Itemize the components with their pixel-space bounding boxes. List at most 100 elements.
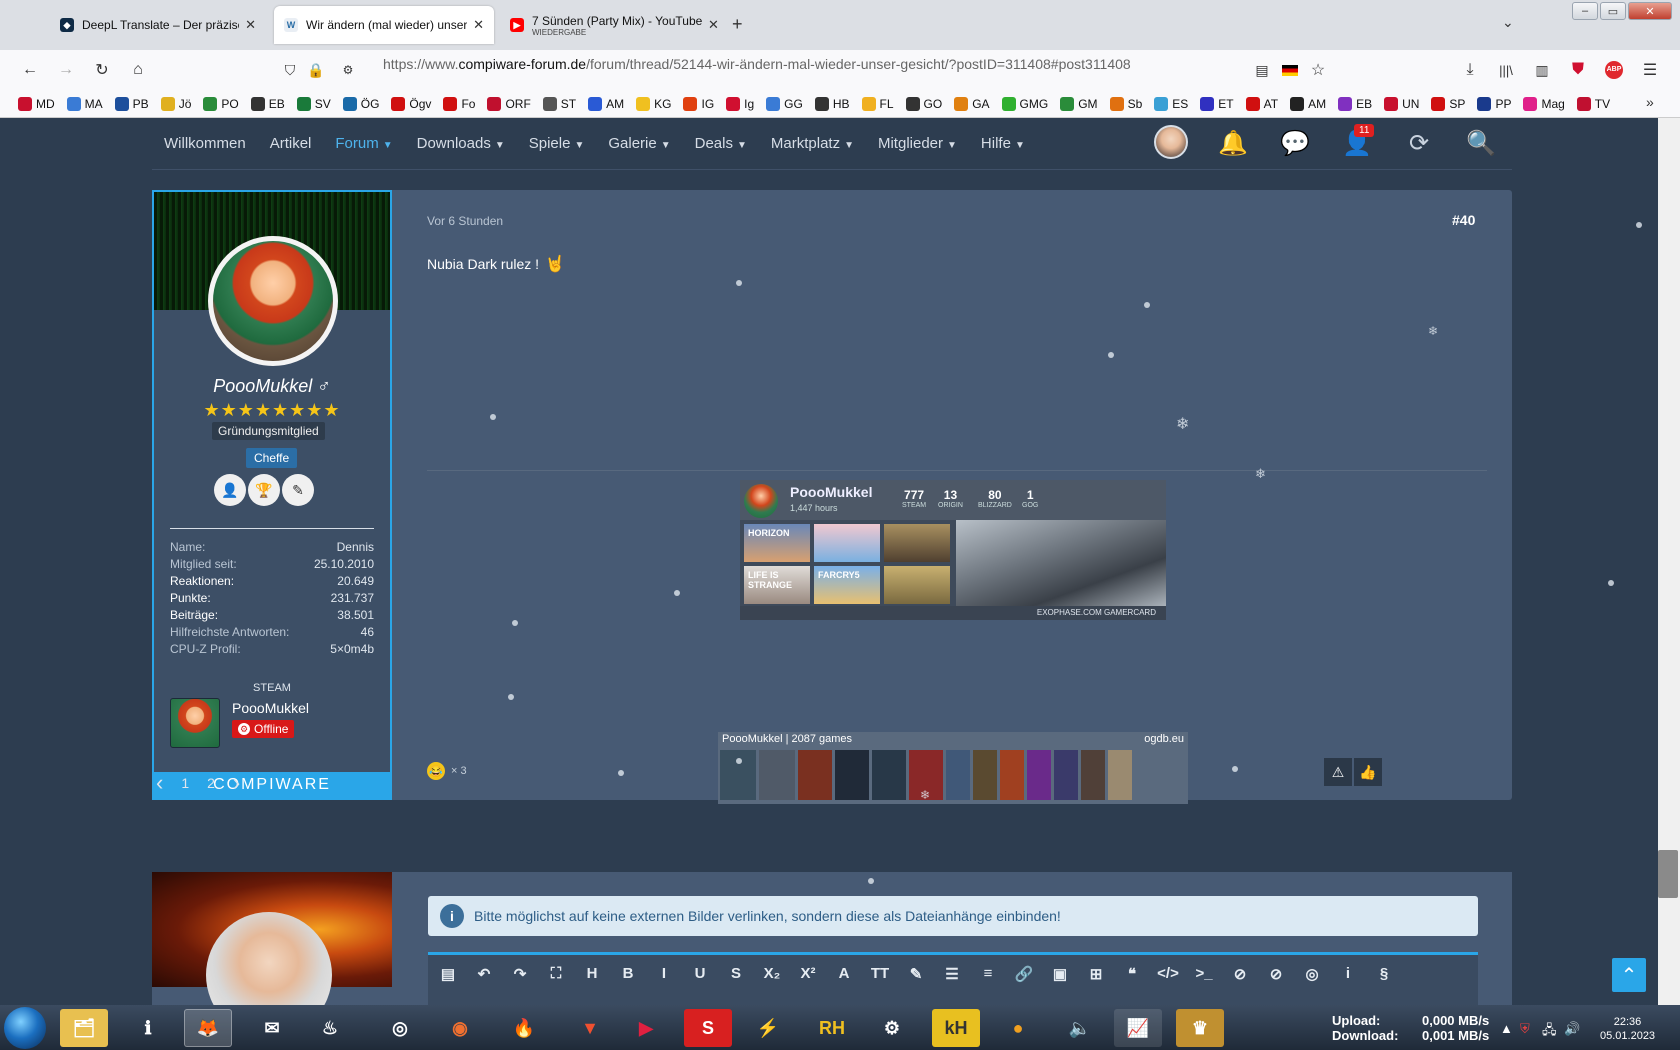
app-icon[interactable]: RH <box>808 1009 856 1047</box>
editor-button-3[interactable]: ⛶ <box>544 965 568 982</box>
editor-button-24[interactable]: ◎ <box>1300 965 1324 983</box>
bookmark-22[interactable]: GM <box>1060 96 1098 111</box>
editor-button-5[interactable]: B <box>616 965 640 982</box>
bookmark-19[interactable]: GO <box>905 96 942 111</box>
bookmark-33[interactable]: TV <box>1576 96 1610 111</box>
refresh-icon[interactable]: ⟳ <box>1402 126 1436 160</box>
system-clock[interactable]: 22:36 05.01.2023 <box>1600 1015 1655 1043</box>
bookmark-18[interactable]: FL <box>861 96 894 111</box>
editor-button-10[interactable]: X² <box>796 965 820 982</box>
author-name[interactable]: PoooMukkel ♂ <box>154 376 390 397</box>
ogdb-signature[interactable]: PoooMukkel | 2087 games ogdb.eu <box>718 732 1188 804</box>
editor-button-16[interactable]: 🔗 <box>1012 965 1036 983</box>
editor-button-19[interactable]: ❝ <box>1120 965 1144 983</box>
bookmark-32[interactable]: Mag <box>1523 96 1565 111</box>
notepad-icon[interactable]: 📈 <box>1114 1009 1162 1047</box>
speaker-icon[interactable]: 🔈 <box>1056 1009 1104 1047</box>
german-flag-icon[interactable] <box>1278 58 1302 82</box>
editor-button-23[interactable]: ⊘ <box>1264 965 1288 983</box>
settings-icon[interactable]: ⚙ <box>868 1009 916 1047</box>
steam-name[interactable]: PoooMukkel <box>232 700 309 716</box>
steam-avatar[interactable] <box>170 698 220 748</box>
reaction-summary[interactable]: 😂 × 3 <box>427 762 467 780</box>
sidebar-icon[interactable]: ▥ <box>1530 58 1554 82</box>
bell-icon[interactable]: 🔔 <box>1216 126 1250 160</box>
reload-icon[interactable]: ↻ <box>90 58 114 82</box>
antivirus-icon[interactable]: ⛨ <box>1520 1021 1530 1037</box>
bookmark-26[interactable]: AT <box>1245 96 1278 111</box>
bookmark-31[interactable]: PP <box>1477 96 1511 111</box>
bookmark-2[interactable]: PB <box>114 96 149 111</box>
url-bar[interactable]: https://www.compiware-forum.de/forum/thr… <box>383 56 1131 72</box>
app-icon[interactable]: kH <box>932 1009 980 1047</box>
editor-button-12[interactable]: TT <box>868 965 892 982</box>
editor-button-13[interactable]: ✎ <box>904 965 928 983</box>
bookmark-7[interactable]: ÖG <box>342 96 379 111</box>
reader-view-icon[interactable]: ▤ <box>1250 58 1274 82</box>
pencil-icon[interactable]: ✎ <box>282 474 314 506</box>
download-icon[interactable]: ⤓ <box>1458 58 1482 82</box>
flame-icon[interactable]: 🔥 <box>500 1009 548 1047</box>
bookmark-21[interactable]: GMG <box>1001 96 1048 111</box>
editor-button-18[interactable]: ⊞ <box>1084 965 1108 983</box>
adblock-plus-icon[interactable]: ABP <box>1602 58 1626 82</box>
bookmark-12[interactable]: AM <box>588 96 624 111</box>
nav-item-9[interactable]: Hilfe ▼ <box>981 135 1025 152</box>
origin-icon[interactable]: ◉ <box>436 1009 484 1047</box>
editor-button-7[interactable]: U <box>688 965 712 982</box>
game-icon[interactable]: ♛ <box>1176 1009 1224 1047</box>
list-all-tabs-icon[interactable]: ⌄ <box>1502 14 1514 31</box>
nav-item-6[interactable]: Deals ▼ <box>695 135 747 152</box>
bookmark-9[interactable]: Fo <box>443 96 475 111</box>
editor-button-11[interactable]: A <box>832 965 856 982</box>
bookmark-28[interactable]: EB <box>1338 96 1372 111</box>
nav-item-7[interactable]: Marktplatz ▼ <box>771 135 854 152</box>
bookmark-3[interactable]: Jö <box>160 96 191 111</box>
page-2-link[interactable]: 2 <box>207 775 215 791</box>
nav-item-5[interactable]: Galerie ▼ <box>608 135 670 152</box>
file-explorer-icon[interactable]: 🗂 <box>60 1009 108 1047</box>
editor-button-6[interactable]: I <box>652 965 676 982</box>
bookmark-1[interactable]: MA <box>66 96 103 111</box>
nav-item-2[interactable]: Forum ▼ <box>335 135 392 152</box>
profile-icon[interactable]: 👤 <box>214 474 246 506</box>
close-icon[interactable]: ✕ <box>708 17 719 33</box>
tab-deepl[interactable]: ◆ DeepL Translate – Der präziseste ✕ <box>50 6 266 44</box>
scroll-to-top-button[interactable]: ⌃ <box>1612 958 1646 992</box>
bookmark-20[interactable]: GA <box>954 96 990 111</box>
trophy-icon[interactable]: 🏆 <box>248 474 280 506</box>
bookmark-23[interactable]: Sb <box>1109 96 1142 111</box>
editor-button-17[interactable]: ▣ <box>1048 965 1072 983</box>
tray-expand-icon[interactable]: ▲ <box>1500 1021 1513 1036</box>
editor-button-8[interactable]: S <box>724 965 748 982</box>
editor-button-25[interactable]: i <box>1336 965 1360 982</box>
bookmark-16[interactable]: GG <box>766 96 803 111</box>
maximize-button[interactable]: ▭ <box>1600 2 1626 20</box>
permissions-icon[interactable]: ⚙ <box>336 58 360 82</box>
bookmark-10[interactable]: ORF <box>487 96 531 111</box>
bookmark-6[interactable]: SV <box>296 96 331 111</box>
prev-page-icon[interactable]: ‹ <box>156 770 163 796</box>
search-icon[interactable]: 🔍 <box>1464 126 1498 160</box>
steam-icon[interactable]: ♨ <box>306 1009 354 1047</box>
post-time[interactable]: Vor 6 Stunden <box>427 214 503 228</box>
app-icon[interactable]: ℹ <box>124 1009 172 1047</box>
new-tab-button[interactable]: + <box>732 14 743 35</box>
editor-button-1[interactable]: ↶ <box>472 965 496 983</box>
back-icon[interactable]: ← <box>18 58 42 82</box>
library-icon[interactable]: |||\ <box>1494 58 1518 82</box>
bookmark-17[interactable]: HB <box>814 96 850 111</box>
editor-button-14[interactable]: ☰ <box>940 965 964 983</box>
bookmark-25[interactable]: ET <box>1200 96 1234 111</box>
bookmarks-overflow-icon[interactable]: » <box>1646 94 1654 110</box>
lock-icon[interactable]: 🔒 <box>304 58 328 82</box>
nav-item-1[interactable]: Artikel <box>270 135 312 152</box>
author-avatar[interactable] <box>208 236 338 366</box>
menu-icon[interactable]: ☰ <box>1638 58 1662 82</box>
nav-item-8[interactable]: Mitglieder ▼ <box>878 135 957 152</box>
editor-button-2[interactable]: ↷ <box>508 965 532 983</box>
bookmark-4[interactable]: PO <box>203 96 239 111</box>
ublock-icon[interactable]: ⛊ <box>1566 58 1590 82</box>
app-icon[interactable]: S <box>684 1009 732 1047</box>
minimize-button[interactable]: – <box>1572 2 1598 20</box>
